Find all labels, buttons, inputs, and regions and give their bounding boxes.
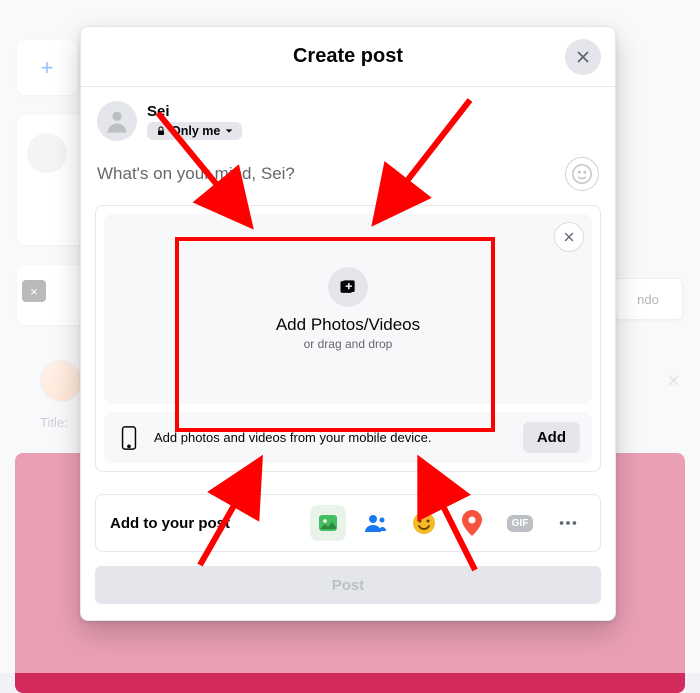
- user-row: Sei Only me: [81, 87, 615, 147]
- tag-people-icon[interactable]: [358, 505, 394, 541]
- gif-icon[interactable]: GIF: [502, 505, 538, 541]
- mobile-upload-bar: Add photos and videos from your mobile d…: [104, 412, 592, 463]
- lock-icon: [155, 125, 167, 137]
- emoji-button[interactable]: [565, 157, 599, 191]
- attach-icons: GIF: [310, 505, 586, 541]
- composer-placeholder: What's on your mind, Sei?: [97, 164, 295, 184]
- close-icon: [562, 230, 576, 244]
- phone-icon: [116, 425, 142, 451]
- upload-subtitle: or drag and drop: [304, 337, 393, 351]
- close-icon: [574, 48, 592, 66]
- upload-section: Add Photos/Videos or drag and drop Add p…: [81, 197, 615, 480]
- avatar: [97, 101, 137, 141]
- checkin-icon[interactable]: [454, 505, 490, 541]
- user-meta: Sei Only me: [147, 103, 242, 140]
- user-name: Sei: [147, 103, 242, 120]
- composer[interactable]: What's on your mind, Sei?: [81, 147, 615, 197]
- feeling-icon[interactable]: [406, 505, 442, 541]
- upload-close-button[interactable]: [554, 222, 584, 252]
- mobile-upload-text: Add photos and videos from your mobile d…: [154, 430, 511, 445]
- post-button[interactable]: Post: [95, 566, 601, 604]
- chevron-down-icon: [224, 126, 234, 136]
- modal-title: Create post: [293, 45, 403, 68]
- mobile-add-button[interactable]: Add: [523, 422, 580, 453]
- photo-video-icon[interactable]: [310, 505, 346, 541]
- privacy-selector[interactable]: Only me: [147, 122, 242, 140]
- attach-row: Add to your post GIF: [95, 494, 601, 552]
- modal-header: Create post: [81, 27, 615, 87]
- attach-label: Add to your post: [110, 515, 230, 532]
- more-icon[interactable]: [550, 505, 586, 541]
- smiley-icon: [571, 163, 593, 185]
- close-button[interactable]: [565, 39, 601, 75]
- create-post-modal: Create post Sei Only me What's on your m…: [80, 26, 616, 621]
- user-icon: [103, 107, 131, 135]
- privacy-label: Only me: [171, 124, 220, 138]
- upload-title: Add Photos/Videos: [276, 315, 420, 335]
- add-media-icon: [328, 267, 368, 307]
- upload-zone: Add Photos/Videos or drag and drop Add p…: [95, 205, 601, 472]
- upload-dropzone[interactable]: Add Photos/Videos or drag and drop: [104, 214, 592, 404]
